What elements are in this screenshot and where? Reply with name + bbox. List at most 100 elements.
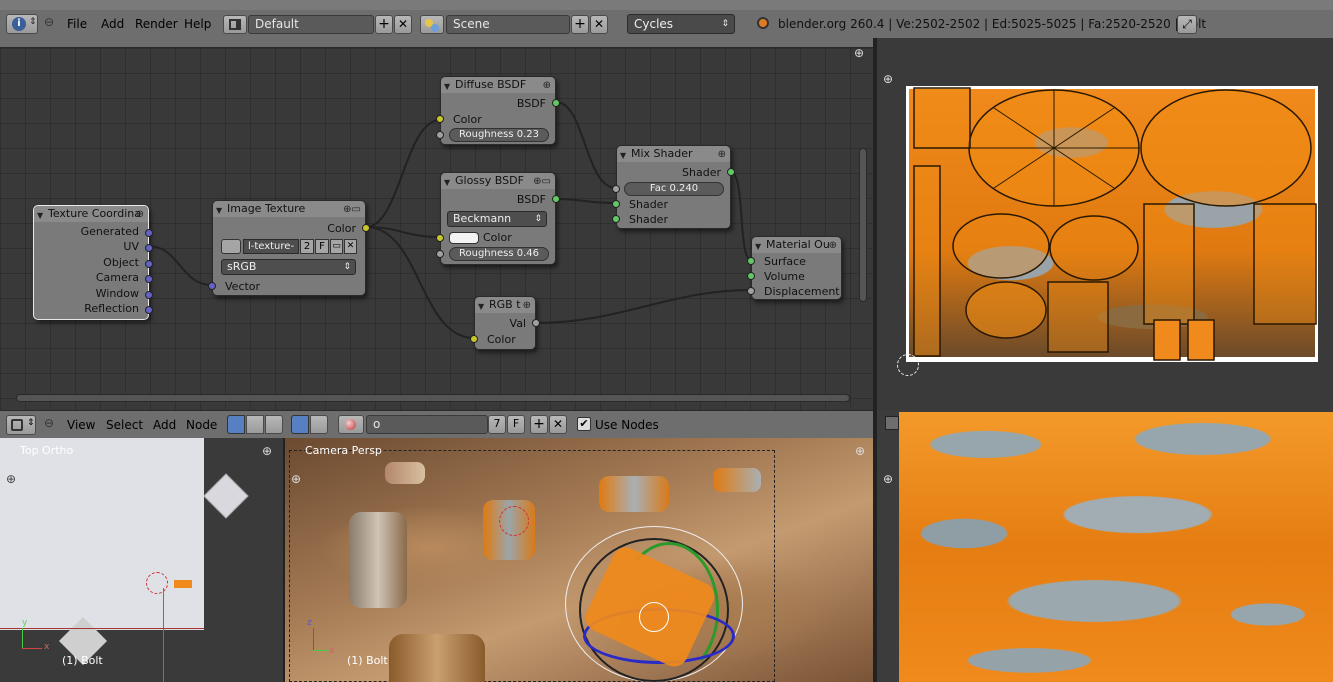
object-shader-icon[interactable] <box>291 415 309 434</box>
remove-layout-icon[interactable]: ✕ <box>394 15 412 34</box>
compositing-nodes-icon[interactable] <box>265 415 283 434</box>
color-space-select[interactable]: sRGB ⇕ <box>221 259 356 275</box>
material-output-node[interactable]: ▼ Material Ou ⊕ Surface Volume Displacemen… <box>747 236 842 300</box>
socket[interactable] <box>612 200 620 208</box>
3d-cursor-icon[interactable] <box>499 506 529 536</box>
material-browse-icon[interactable] <box>338 415 364 434</box>
corner-add-icon[interactable]: ⊕ <box>883 72 893 86</box>
horizontal-scrollbar[interactable] <box>16 394 850 402</box>
scene-icon[interactable] <box>420 15 444 34</box>
fullscreen-icon[interactable]: ⤢ <box>1177 15 1197 34</box>
color-swatch[interactable] <box>449 232 479 244</box>
socket[interactable] <box>362 224 370 232</box>
glossy-bsdf-node[interactable]: ▼ Glossy BSDF ⊕▭ BSDF Beckmann ⇕ Color Roug… <box>436 172 560 265</box>
socket[interactable] <box>436 115 444 123</box>
menu-view[interactable]: View <box>67 418 95 432</box>
remove-scene-icon[interactable]: ✕ <box>590 15 608 34</box>
bolt-object[interactable] <box>385 462 425 484</box>
socket[interactable] <box>145 229 153 237</box>
image-selector[interactable]: l-texture- 2 F ▭ ✕ <box>221 239 357 255</box>
socket[interactable] <box>145 244 153 252</box>
socket[interactable] <box>436 131 444 139</box>
socket[interactable] <box>552 99 560 107</box>
add-scene-icon[interactable]: + <box>571 15 589 34</box>
world-shader-icon[interactable] <box>310 415 328 434</box>
roughness-slider[interactable]: Roughness 0.46 <box>449 247 549 261</box>
rgb-to-bw-node[interactable]: ▼ RGB t ⊕ Val Color <box>470 296 540 350</box>
menu-add[interactable]: Add <box>153 418 176 432</box>
shader-nodes-icon[interactable] <box>227 415 245 434</box>
menu-select[interactable]: Select <box>106 418 143 432</box>
uv-image-editor[interactable]: ⊕ <box>875 38 1333 410</box>
selected-bolt-object[interactable] <box>174 580 192 588</box>
bolt-object[interactable] <box>599 476 669 512</box>
vertical-scrollbar[interactable] <box>859 148 867 302</box>
layout-name-field[interactable]: Default <box>248 15 374 34</box>
socket[interactable] <box>145 275 153 283</box>
socket[interactable] <box>612 215 620 223</box>
fac-slider[interactable]: Fac 0.240 <box>624 182 724 196</box>
menu-add[interactable]: Add <box>101 17 124 31</box>
bolt-object[interactable] <box>713 468 761 492</box>
3d-cursor-icon[interactable] <box>146 572 168 594</box>
socket[interactable] <box>612 185 620 193</box>
socket[interactable] <box>470 335 478 343</box>
collapse-menu-icon[interactable]: ⊖ <box>44 416 54 430</box>
collapse-menu-icon[interactable]: ⊖ <box>44 15 54 29</box>
2d-cursor-icon[interactable] <box>897 354 919 376</box>
socket[interactable] <box>145 306 153 314</box>
editor-type-button[interactable]: ⇕ <box>6 415 36 435</box>
texture-coordinate-node[interactable]: ▼ Texture Coordina ⊕ Generated UV Object C… <box>33 205 153 320</box>
unlink-image-icon[interactable]: ✕ <box>344 239 357 254</box>
use-nodes-checkbox[interactable]: ✔ <box>577 417 591 431</box>
corner-add-icon[interactable]: ⊕ <box>6 472 16 486</box>
bolt-object[interactable] <box>389 634 485 682</box>
roughness-slider[interactable]: Roughness 0.23 <box>449 128 549 142</box>
add-material-icon[interactable]: + <box>530 415 548 434</box>
socket[interactable] <box>436 234 444 242</box>
texture-nodes-icon[interactable] <box>246 415 264 434</box>
image-texture-node[interactable]: ▼ Image Texture ⊕▭ Color l-texture- 2 F ▭ … <box>208 200 370 296</box>
socket[interactable] <box>532 319 540 327</box>
node-editor[interactable]: ▼ Texture Coordina ⊕ Generated UV Object C… <box>0 46 873 410</box>
remove-material-icon[interactable]: ✕ <box>549 415 567 434</box>
render-engine-select[interactable]: Cycles ⇕ <box>627 14 735 34</box>
socket[interactable] <box>747 257 755 265</box>
material-users-count[interactable]: 7 <box>488 415 506 434</box>
socket[interactable] <box>145 260 153 268</box>
lamp-object[interactable] <box>203 473 249 519</box>
image-icon[interactable] <box>221 239 241 254</box>
image-editor[interactable]: ⊕ <box>875 410 1333 682</box>
scene-name-field[interactable]: Scene <box>446 15 570 34</box>
fake-user-button[interactable]: F <box>507 415 525 434</box>
3d-viewport-top[interactable]: Top Ortho ⊕ ⊕ y x (1) Bolt <box>0 438 283 682</box>
diffuse-bsdf-node[interactable]: ▼ Diffuse BSDF ⊕ BSDF Color Roughness 0.23 <box>436 76 560 145</box>
editor-type-button[interactable]: i ⇕ <box>6 14 38 34</box>
material-name-field[interactable]: o <box>366 415 488 434</box>
menu-node[interactable]: Node <box>186 418 217 432</box>
corner-add-icon[interactable]: ⊕ <box>291 472 301 486</box>
socket[interactable] <box>208 282 216 290</box>
screen-layout-icon[interactable] <box>223 15 247 34</box>
3d-viewport-camera[interactable]: Camera Persp ⊕ ⊕ z x (1) Bolt <box>283 438 875 682</box>
socket[interactable] <box>145 291 153 299</box>
header-collapse-icon[interactable] <box>885 416 899 430</box>
image-name-field[interactable]: l-texture- <box>243 239 299 254</box>
fake-user-button[interactable]: F <box>315 239 329 254</box>
corner-add-icon[interactable]: ⊕ <box>883 472 893 486</box>
menu-render[interactable]: Render <box>135 17 178 31</box>
menu-help[interactable]: Help <box>184 17 211 31</box>
corner-add-icon[interactable]: ⊕ <box>855 444 865 458</box>
socket[interactable] <box>747 287 755 295</box>
distribution-select[interactable]: Beckmann ⇕ <box>447 211 547 227</box>
open-image-icon[interactable]: ▭ <box>330 239 343 254</box>
corner-add-icon[interactable]: ⊕ <box>854 46 864 60</box>
socket[interactable] <box>552 195 560 203</box>
socket[interactable] <box>436 250 444 258</box>
menu-file[interactable]: File <box>67 17 87 31</box>
bolt-object[interactable] <box>349 512 407 608</box>
socket[interactable] <box>747 272 755 280</box>
mix-shader-node[interactable]: ▼ Mix Shader ⊕ Shader Fac 0.240 Shader Sha… <box>612 145 735 229</box>
add-layout-icon[interactable]: + <box>375 15 393 34</box>
socket[interactable] <box>727 168 735 176</box>
